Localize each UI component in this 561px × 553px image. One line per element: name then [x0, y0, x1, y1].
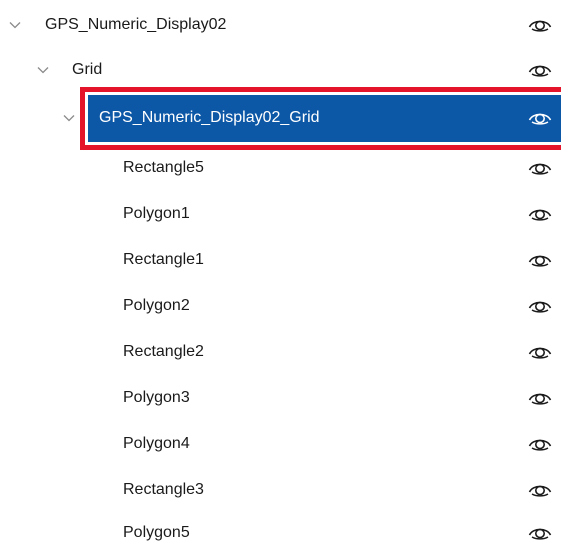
eye-icon[interactable]: [528, 110, 552, 126]
eye-icon[interactable]: [528, 62, 552, 78]
tree-node-label: Polygon4: [123, 435, 190, 452]
chevron-down-icon[interactable]: [8, 18, 22, 32]
tree-node-child[interactable]: Rectangle3: [0, 470, 561, 510]
tree-node-label: Rectangle3: [123, 481, 204, 498]
tree-node-child[interactable]: Polygon5: [0, 513, 561, 553]
eye-icon[interactable]: [528, 436, 552, 452]
layer-tree: GPS_Numeric_Display02 Grid GPS_Numeric_D…: [0, 0, 561, 553]
tree-node-child[interactable]: Polygon3: [0, 378, 561, 418]
eye-icon[interactable]: [528, 344, 552, 360]
tree-node-label: Polygon2: [123, 297, 190, 314]
tree-node-child[interactable]: Rectangle5: [0, 148, 561, 188]
eye-icon[interactable]: [528, 17, 552, 33]
eye-icon[interactable]: [528, 390, 552, 406]
tree-node-child[interactable]: Polygon1: [0, 194, 561, 234]
tree-node-label: Polygon3: [123, 389, 190, 406]
eye-icon[interactable]: [528, 525, 552, 541]
tree-node-label: Polygon5: [123, 524, 190, 541]
tree-node-selected[interactable]: GPS_Numeric_Display02_Grid: [0, 98, 561, 138]
tree-node-grid[interactable]: Grid: [0, 50, 561, 90]
tree-node-child[interactable]: Rectangle2: [0, 332, 561, 372]
tree-node-root[interactable]: GPS_Numeric_Display02: [0, 5, 561, 45]
tree-node-label: Rectangle2: [123, 343, 204, 360]
eye-icon[interactable]: [528, 252, 552, 268]
tree-node-child[interactable]: Polygon4: [0, 424, 561, 464]
tree-node-label: Rectangle5: [123, 159, 204, 176]
tree-node-child[interactable]: Rectangle1: [0, 240, 561, 280]
eye-icon[interactable]: [528, 482, 552, 498]
tree-node-label: GPS_Numeric_Display02: [45, 16, 227, 33]
tree-node-label: Rectangle1: [123, 251, 204, 268]
eye-icon[interactable]: [528, 160, 552, 176]
chevron-down-icon[interactable]: [62, 111, 76, 125]
eye-icon[interactable]: [528, 298, 552, 314]
tree-node-label: Polygon1: [123, 205, 190, 222]
chevron-down-icon[interactable]: [36, 63, 50, 77]
tree-node-label: Grid: [72, 61, 103, 78]
tree-node-label: GPS_Numeric_Display02_Grid: [99, 109, 320, 126]
eye-icon[interactable]: [528, 206, 552, 222]
tree-node-child[interactable]: Polygon2: [0, 286, 561, 326]
